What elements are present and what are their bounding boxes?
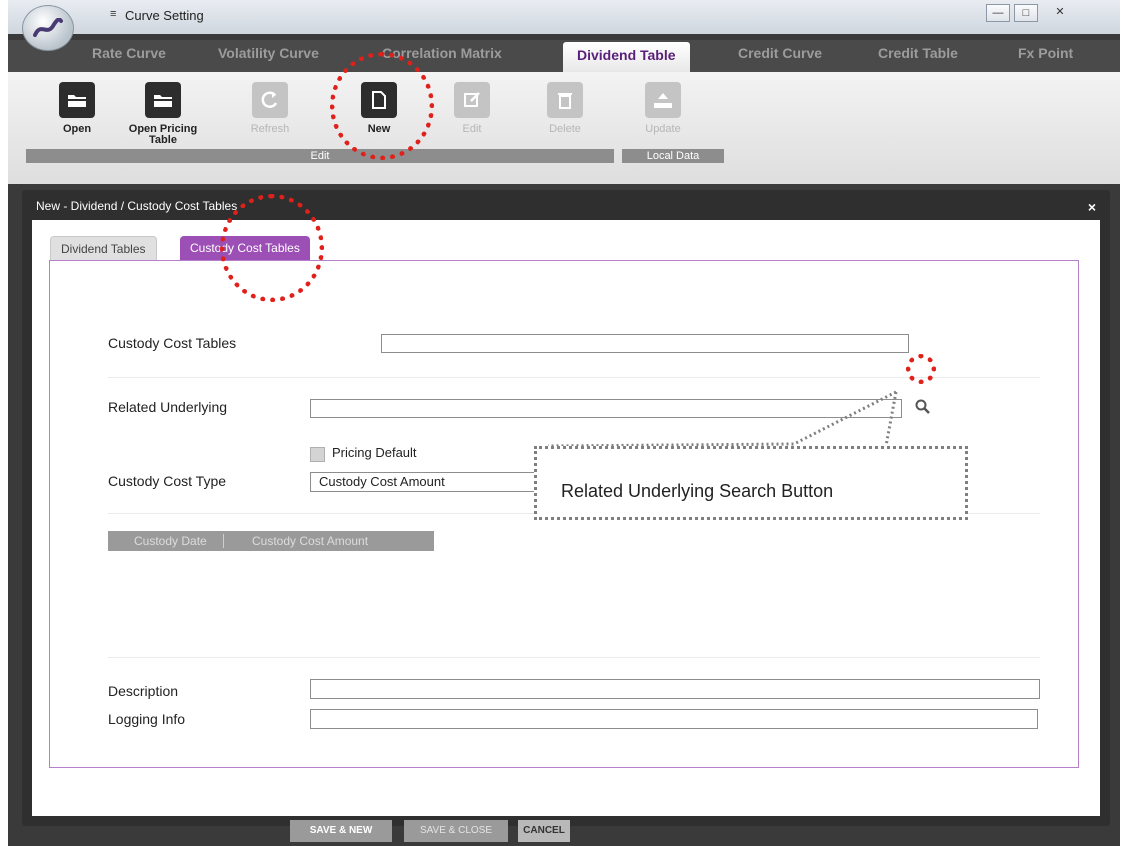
app-logo-icon[interactable] (22, 5, 74, 51)
curve-setting-window: ≡ Curve Setting — □ ✕ Rate Curve Volatil… (8, 0, 1120, 846)
callout-connector-lines (547, 390, 898, 448)
callout-text: Related Underlying Search Button (561, 481, 834, 501)
search-button-callout: Related Underlying Search Button (534, 446, 968, 520)
